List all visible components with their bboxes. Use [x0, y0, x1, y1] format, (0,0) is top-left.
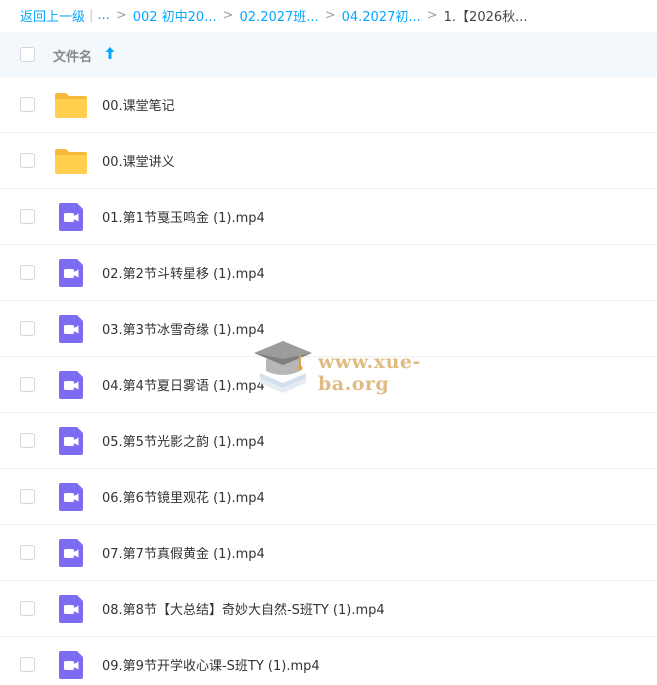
file-row[interactable]: 08.第8节【大总结】奇妙大自然-S班TY (1).mp4: [0, 581, 657, 637]
row-checkbox[interactable]: [20, 265, 35, 280]
file-row[interactable]: 07.第7节真假黄金 (1).mp4: [0, 525, 657, 581]
row-checkbox[interactable]: [20, 377, 35, 392]
breadcrumb-item-1[interactable]: 002 初中20...: [133, 6, 217, 25]
file-browser: 返回上一级 | ... > 002 初中20... > 02.2027班... …: [0, 0, 657, 685]
breadcrumb-separator: >: [222, 8, 234, 23]
video-file-icon: [59, 539, 83, 567]
breadcrumb-divider: |: [89, 8, 94, 23]
file-row[interactable]: 04.第4节夏日雾语 (1).mp4: [0, 357, 657, 413]
video-file-icon: [59, 259, 83, 287]
row-checkbox[interactable]: [20, 97, 35, 112]
file-row[interactable]: 06.第6节镜里观花 (1).mp4: [0, 469, 657, 525]
file-name[interactable]: 03.第3节冰雪奇缘 (1).mp4: [102, 319, 265, 338]
row-checkbox[interactable]: [20, 433, 35, 448]
video-file-icon: [59, 483, 83, 511]
breadcrumb-ellipsis[interactable]: ...: [97, 8, 109, 23]
file-name[interactable]: 04.第4节夏日雾语 (1).mp4: [102, 375, 265, 394]
video-file-icon: [59, 315, 83, 343]
file-row[interactable]: 01.第1节戛玉鸣金 (1).mp4: [0, 189, 657, 245]
file-row[interactable]: 05.第5节光影之韵 (1).mp4: [0, 413, 657, 469]
file-name[interactable]: 09.第9节开学收心课-S班TY (1).mp4: [102, 655, 320, 674]
video-file-icon: [59, 595, 83, 623]
list-header: 文件名: [0, 32, 657, 77]
back-link[interactable]: 返回上一级: [20, 6, 85, 25]
video-file-icon: [59, 203, 83, 231]
file-row[interactable]: 02.第2节斗转星移 (1).mp4: [0, 245, 657, 301]
file-name[interactable]: 07.第7节真假黄金 (1).mp4: [102, 543, 265, 562]
row-checkbox[interactable]: [20, 209, 35, 224]
file-name[interactable]: 08.第8节【大总结】奇妙大自然-S班TY (1).mp4: [102, 599, 385, 618]
breadcrumb-item-3[interactable]: 04.2027初...: [342, 6, 421, 25]
breadcrumb-item-2[interactable]: 02.2027班...: [240, 6, 319, 25]
file-name[interactable]: 05.第5节光影之韵 (1).mp4: [102, 431, 265, 450]
file-row[interactable]: 00.课堂笔记: [0, 77, 657, 133]
breadcrumb-current: 1.【2026秋...: [443, 10, 528, 25]
breadcrumb-separator: >: [115, 8, 127, 23]
file-name[interactable]: 06.第6节镜里观花 (1).mp4: [102, 487, 265, 506]
file-list: 00.课堂笔记 00.课堂讲义 01.第1节戛玉鸣金 (1).mp4 02.第2节斗转…: [0, 77, 657, 685]
breadcrumb-separator: >: [324, 8, 336, 23]
row-checkbox[interactable]: [20, 545, 35, 560]
file-name[interactable]: 00.课堂笔记: [102, 95, 175, 114]
file-name[interactable]: 02.第2节斗转星移 (1).mp4: [102, 263, 265, 282]
breadcrumb: 返回上一级 | ... > 002 初中20... > 02.2027班... …: [0, 0, 657, 31]
file-name[interactable]: 00.课堂讲义: [102, 151, 175, 170]
video-file-icon: [59, 427, 83, 455]
column-header-filename[interactable]: 文件名: [53, 46, 92, 65]
row-checkbox[interactable]: [20, 153, 35, 168]
file-name[interactable]: 01.第1节戛玉鸣金 (1).mp4: [102, 207, 265, 226]
video-file-icon: [59, 371, 83, 399]
file-row[interactable]: 03.第3节冰雪奇缘 (1).mp4: [0, 301, 657, 357]
file-row[interactable]: 00.课堂讲义: [0, 133, 657, 189]
row-checkbox[interactable]: [20, 657, 35, 672]
row-checkbox[interactable]: [20, 489, 35, 504]
select-all-checkbox[interactable]: [20, 47, 35, 62]
folder-icon: [55, 149, 87, 174]
folder-icon: [55, 93, 87, 118]
row-checkbox[interactable]: [20, 321, 35, 336]
sort-ascending-icon[interactable]: [104, 46, 116, 60]
row-checkbox[interactable]: [20, 601, 35, 616]
breadcrumb-separator: >: [426, 8, 438, 23]
file-row[interactable]: 09.第9节开学收心课-S班TY (1).mp4: [0, 637, 657, 685]
video-file-icon: [59, 651, 83, 679]
